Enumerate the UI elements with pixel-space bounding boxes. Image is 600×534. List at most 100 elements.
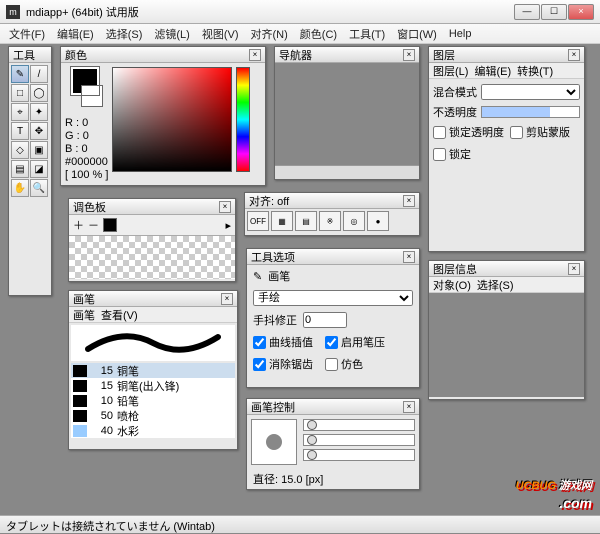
palette-menu-icon[interactable]: ▸ xyxy=(225,219,231,232)
menu-edit[interactable]: 编辑(E) xyxy=(52,24,99,44)
curve-check[interactable]: 曲线插值 xyxy=(253,334,313,350)
layerinfo-menu-select[interactable]: 选择(S) xyxy=(477,277,514,293)
zoom-tool[interactable]: 🔍 xyxy=(30,179,48,197)
antialias-check[interactable]: 消除锯齿 xyxy=(253,356,313,372)
statusbar: タブレットは接続されていません (Wintab) xyxy=(0,515,600,533)
draw-mode-select[interactable]: 手绘 xyxy=(253,290,413,306)
align-btn-1[interactable]: ▦ xyxy=(271,211,293,231)
brushctrl-panel: 画笔控制× 直径: 15.0 [px] xyxy=(246,398,420,490)
brush-preview xyxy=(71,325,235,361)
hue-slider[interactable] xyxy=(236,67,250,172)
align-btn-2[interactable]: ▤ xyxy=(295,211,317,231)
panel-close-icon[interactable]: × xyxy=(403,195,415,207)
palette-grid[interactable] xyxy=(69,235,235,279)
menu-help[interactable]: Help xyxy=(444,26,477,42)
wand-tool[interactable]: ✦ xyxy=(30,103,48,121)
brush-icon: ✎ xyxy=(253,270,262,283)
lock-check[interactable]: 锁定 xyxy=(433,146,471,162)
close-button[interactable]: × xyxy=(568,4,594,20)
palette-panel: 调色板× ＋ － ▸ xyxy=(68,198,236,282)
menu-view[interactable]: 视图(V) xyxy=(197,24,244,44)
navigator-scroll[interactable] xyxy=(275,165,419,179)
align-btn-5[interactable]: ● xyxy=(367,211,389,231)
menubar: 文件(F) 编辑(E) 选择(S) 滤镜(L) 视图(V) 对齐(N) 颜色(C… xyxy=(0,24,600,44)
tool-options-panel: 工具选项× ✎ 画笔 手绘 手抖修正 曲线插值 启用笔压 消除锯齿 仿色 xyxy=(246,248,420,388)
layers-menu-convert[interactable]: 转换(T) xyxy=(517,63,553,79)
rect-select-tool[interactable]: □ xyxy=(11,84,29,102)
brush-list-item[interactable]: 15铜笔 xyxy=(71,363,235,378)
panel-close-icon[interactable]: × xyxy=(568,49,580,61)
panel-close-icon[interactable]: × xyxy=(221,293,233,305)
lock-alpha-check[interactable]: 锁定透明度 xyxy=(433,124,504,140)
menu-filter[interactable]: 滤镜(L) xyxy=(149,24,194,44)
toolbox-title: 工具 xyxy=(13,47,47,63)
panel-close-icon[interactable]: × xyxy=(568,263,580,275)
palette-swatch[interactable] xyxy=(103,218,117,232)
color-picker-field[interactable] xyxy=(112,67,232,172)
opacity-slider[interactable] xyxy=(481,106,580,118)
brush-tool[interactable]: ✎ xyxy=(11,65,29,83)
brushctrl-slider-1[interactable] xyxy=(303,419,415,431)
layers-menu-layer[interactable]: 图层(L) xyxy=(433,63,468,79)
tool-name-label: 画笔 xyxy=(268,268,290,284)
align-btn-3[interactable]: ※ xyxy=(319,211,341,231)
palette-del-button[interactable]: － xyxy=(88,217,99,233)
background-swatch[interactable] xyxy=(81,85,103,107)
brushctrl-slider-2[interactable] xyxy=(303,434,415,446)
window-titlebar: m mdiapp+ (64bit) 试用版 — ☐ × xyxy=(0,0,600,24)
stabilize-label: 手抖修正 xyxy=(253,312,297,328)
brush-list-item[interactable]: 50喷枪 xyxy=(71,408,235,423)
panel-close-icon[interactable]: × xyxy=(403,251,415,263)
window-title: mdiapp+ (64bit) 试用版 xyxy=(26,4,514,20)
palette-add-button[interactable]: ＋ xyxy=(73,217,84,233)
panel-close-icon[interactable]: × xyxy=(403,401,415,413)
navigator-title: 导航器 xyxy=(279,47,401,63)
panel-close-icon[interactable]: × xyxy=(219,201,231,213)
clip-mask-check[interactable]: 剪贴蒙版 xyxy=(510,124,570,140)
menu-color[interactable]: 颜色(C) xyxy=(295,24,342,44)
brush-list: 15铜笔15铜笔(出入锋)10铅笔50喷枪40水彩 xyxy=(71,363,235,438)
brush-submenu-brush[interactable]: 画笔 xyxy=(73,307,95,323)
lasso-tool[interactable]: ◯ xyxy=(30,84,48,102)
brushctrl-slider-3[interactable] xyxy=(303,449,415,461)
brush-panel: 画笔× 画笔 查看(V) 15铜笔15铜笔(出入锋)10铅笔50喷枪40水彩 xyxy=(68,290,238,450)
pressure-check[interactable]: 启用笔压 xyxy=(325,334,385,350)
gradient-tool[interactable]: ▤ xyxy=(11,160,29,178)
layers-panel: 图层× 图层(L) 编辑(E) 转换(T) 混合模式 不透明度 锁定透明度 剪贴… xyxy=(428,46,585,252)
opacity-value: [ 100 % ] xyxy=(65,169,108,182)
maximize-button[interactable]: ☐ xyxy=(541,4,567,20)
layers-menu-edit[interactable]: 编辑(E) xyxy=(474,63,511,79)
align-panel: 对齐: off× OFF▦▤※◎● xyxy=(244,192,420,236)
brush-list-item[interactable]: 40水彩 xyxy=(71,423,235,438)
menu-window[interactable]: 窗口(W) xyxy=(392,24,442,44)
menu-align[interactable]: 对齐(N) xyxy=(246,24,293,44)
brush-list-item[interactable]: 10铅笔 xyxy=(71,393,235,408)
blend-mode-select[interactable] xyxy=(481,84,580,100)
menu-file[interactable]: 文件(F) xyxy=(4,24,50,44)
panel-close-icon[interactable]: × xyxy=(403,49,415,61)
menu-select[interactable]: 选择(S) xyxy=(101,24,148,44)
brush-list-item[interactable]: 15铜笔(出入锋) xyxy=(71,378,235,393)
rgb-readout: R : 0 G : 0 B : 0 #000000 [ 100 % ] xyxy=(65,117,108,182)
workspace: 工具 ✎/□◯⌖✦T✥◇▣▤◪✋🔍 颜色× R : 0 G : 0 B : 0 … xyxy=(0,44,600,515)
menu-tools[interactable]: 工具(T) xyxy=(344,24,390,44)
navigator-view[interactable] xyxy=(275,63,419,179)
shape-tool[interactable]: ◇ xyxy=(11,141,29,159)
eraser-tool[interactable]: ◪ xyxy=(30,160,48,178)
align-btn-0[interactable]: OFF xyxy=(247,211,269,231)
panel-close-icon[interactable]: × xyxy=(249,49,261,61)
dither-check[interactable]: 仿色 xyxy=(325,356,363,372)
minimize-button[interactable]: — xyxy=(514,4,540,20)
layerinfo-menu-object[interactable]: 对象(O) xyxy=(433,277,471,293)
fill-tool[interactable]: ▣ xyxy=(30,141,48,159)
eyedrop-tool[interactable]: ⌖ xyxy=(11,103,29,121)
stabilize-input[interactable] xyxy=(303,312,347,328)
pencil-tool[interactable]: / xyxy=(30,65,48,83)
brush-submenu-view[interactable]: 查看(V) xyxy=(101,307,138,323)
align-btn-4[interactable]: ◎ xyxy=(343,211,365,231)
hand-tool[interactable]: ✋ xyxy=(11,179,29,197)
navigator-panel: 导航器× xyxy=(274,46,420,180)
move-tool[interactable]: ✥ xyxy=(30,122,48,140)
layers-title: 图层 xyxy=(433,47,566,63)
text-tool[interactable]: T xyxy=(11,122,29,140)
